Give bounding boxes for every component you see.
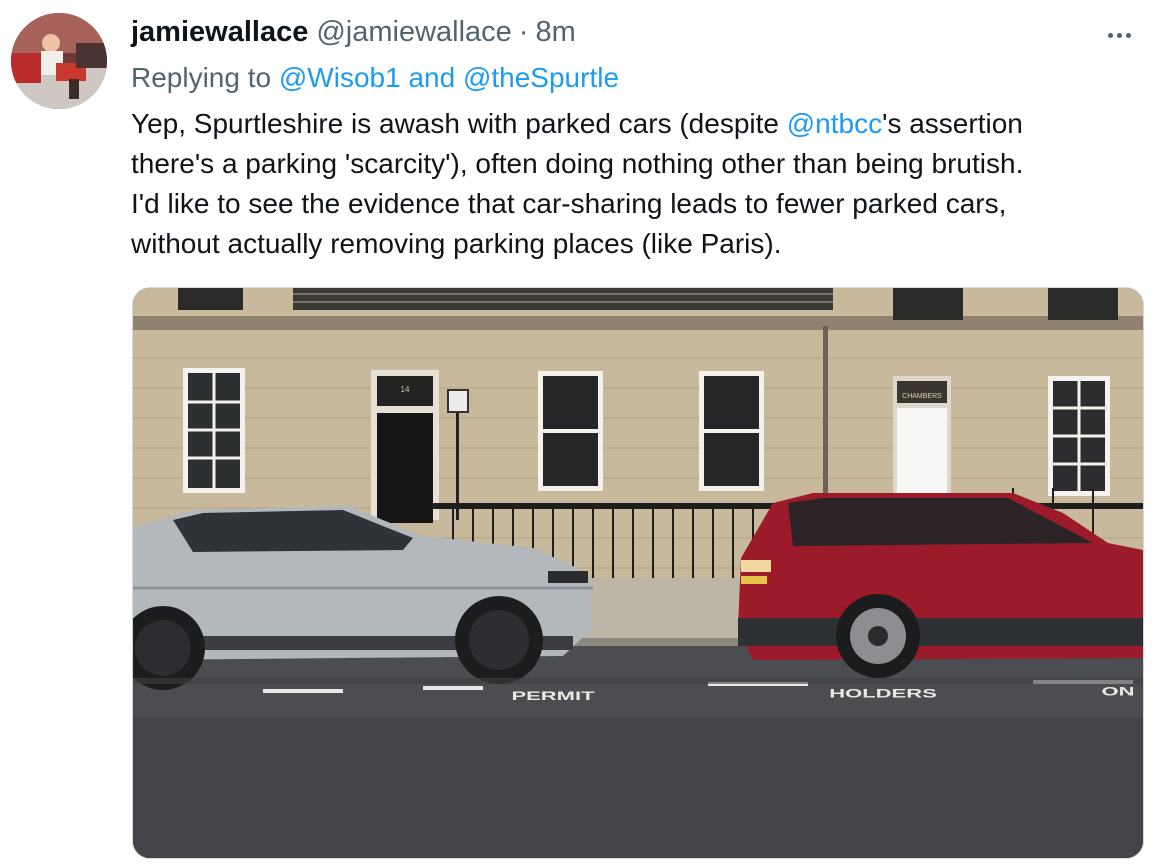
text-segment: 's assertion bbox=[882, 108, 1023, 139]
replying-to: Replying to @Wisob1 and @theSpurtle bbox=[131, 62, 619, 94]
tweet-header: jamiewallace @jamiewallace · 8m bbox=[131, 16, 576, 56]
reply-mention-wisob1[interactable]: @Wisob1 bbox=[279, 62, 401, 93]
road-marking-permit: PERMIT bbox=[511, 689, 594, 703]
tweet-text-line-2: there's a parking 'scarcity'), often doi… bbox=[131, 148, 1024, 179]
mention-ntbcc[interactable]: @ntbcc bbox=[787, 108, 882, 139]
road-marking-on: ON bbox=[1102, 685, 1135, 699]
plaque-text: CHAMBERS bbox=[902, 393, 942, 400]
separator-dot: · bbox=[518, 16, 529, 48]
user-handle[interactable]: @jamiewallace bbox=[316, 16, 511, 49]
door-number: 14 bbox=[401, 385, 410, 394]
reply-mention-thespurtle[interactable]: @theSpurtle bbox=[463, 62, 619, 93]
tweet[interactable]: jamiewallace @jamiewallace · 8m Replying… bbox=[0, 0, 1158, 868]
display-name[interactable]: jamiewallace bbox=[131, 16, 308, 49]
replying-to-label: Replying to bbox=[131, 62, 279, 93]
reply-and[interactable]: and bbox=[401, 62, 463, 93]
text-segment: Yep, Spurtleshire is awash with parked c… bbox=[131, 108, 787, 139]
road-marking-holders: HOLDERS bbox=[829, 687, 937, 701]
tweet-text-line-4: without actually removing parking places… bbox=[131, 228, 782, 259]
more-options-icon[interactable] bbox=[1102, 20, 1136, 50]
avatar[interactable] bbox=[11, 13, 107, 109]
timestamp[interactable]: 8m bbox=[535, 16, 575, 49]
tweet-text-line-1: Yep, Spurtleshire is awash with parked c… bbox=[131, 104, 1141, 144]
tweet-photo[interactable]: 14 CHAMBERS PERMIT HOLDERS ON bbox=[132, 287, 1144, 859]
tweet-text-line-3: I'd like to see the evidence that car-sh… bbox=[131, 188, 1007, 219]
tweet-text: Yep, Spurtleshire is awash with parked c… bbox=[131, 104, 1141, 264]
